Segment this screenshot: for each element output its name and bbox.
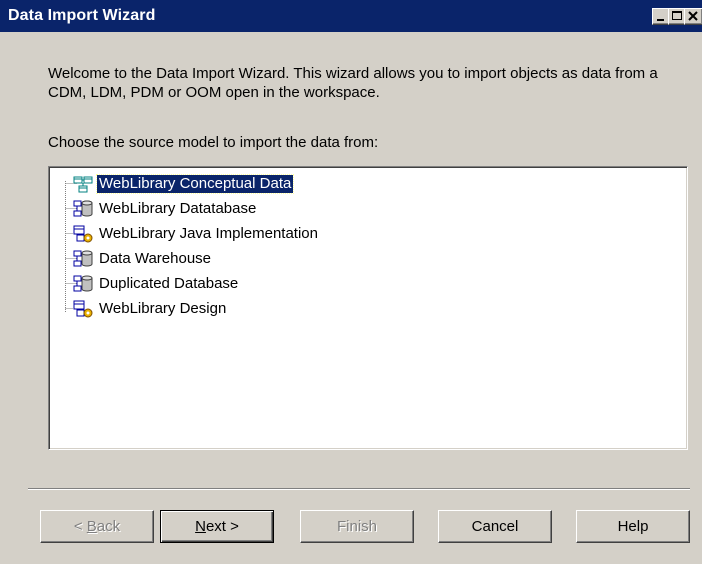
intro-text: Welcome to the Data Import Wizard. This …	[48, 65, 658, 101]
source-model-label: Choose the source model to import the da…	[48, 134, 379, 151]
next-button-accelerator: N	[195, 518, 206, 535]
next-button[interactable]: Next >	[160, 510, 274, 543]
data-import-wizard-dialog: Data Import Wizard Welcome to the Data I…	[0, 0, 702, 564]
title-bar[interactable]: Data Import Wizard	[0, 0, 702, 32]
back-button-prefix: <	[73, 518, 87, 535]
window-title: Data Import Wizard	[8, 7, 156, 24]
source-model-tree[interactable]: WebLibrary Conceptual Data WebLibrary Da…	[48, 166, 688, 450]
close-button[interactable]	[684, 8, 702, 25]
tree-item-weblibrary-datatabase[interactable]: WebLibrary Datatabase	[73, 199, 258, 219]
button-separator	[28, 488, 690, 490]
pdm-model-icon	[73, 200, 93, 217]
tree-item-duplicated-database[interactable]: Duplicated Database	[73, 274, 240, 294]
finish-button[interactable]: Finish	[300, 510, 414, 543]
tree-item-label: WebLibrary Conceptual Data	[95, 174, 295, 194]
tree-item-label: WebLibrary Java Implementation	[99, 225, 318, 242]
next-button-suffix: ext >	[205, 518, 239, 535]
close-icon	[688, 11, 698, 21]
tree-item-label: WebLibrary Design	[99, 300, 227, 317]
help-button[interactable]: Help	[576, 510, 690, 543]
oom-model-icon	[73, 225, 93, 243]
tree-item-weblibrary-conceptual-data[interactable]: WebLibrary Conceptual Data	[73, 174, 295, 194]
back-button[interactable]: < Back	[40, 510, 154, 543]
back-button-accelerator: B	[86, 518, 97, 535]
tree-item-label: Data Warehouse	[99, 250, 212, 267]
back-button-suffix: ack	[96, 518, 121, 535]
minimize-icon	[657, 19, 664, 21]
pdm-model-icon	[73, 250, 93, 267]
maximize-icon	[672, 11, 682, 20]
tree-item-weblibrary-design[interactable]: WebLibrary Design	[73, 299, 228, 319]
tree-item-label: WebLibrary Datatabase	[99, 200, 257, 217]
tree-item-weblibrary-java-implementation[interactable]: WebLibrary Java Implementation	[73, 224, 320, 244]
cancel-button[interactable]: Cancel	[438, 510, 552, 543]
tree-item-data-warehouse[interactable]: Data Warehouse	[73, 249, 213, 269]
pdm-model-icon	[73, 275, 93, 292]
tree-item-label: Duplicated Database	[99, 275, 239, 292]
cdm-model-icon	[73, 176, 93, 193]
oom-model-icon	[73, 300, 93, 318]
